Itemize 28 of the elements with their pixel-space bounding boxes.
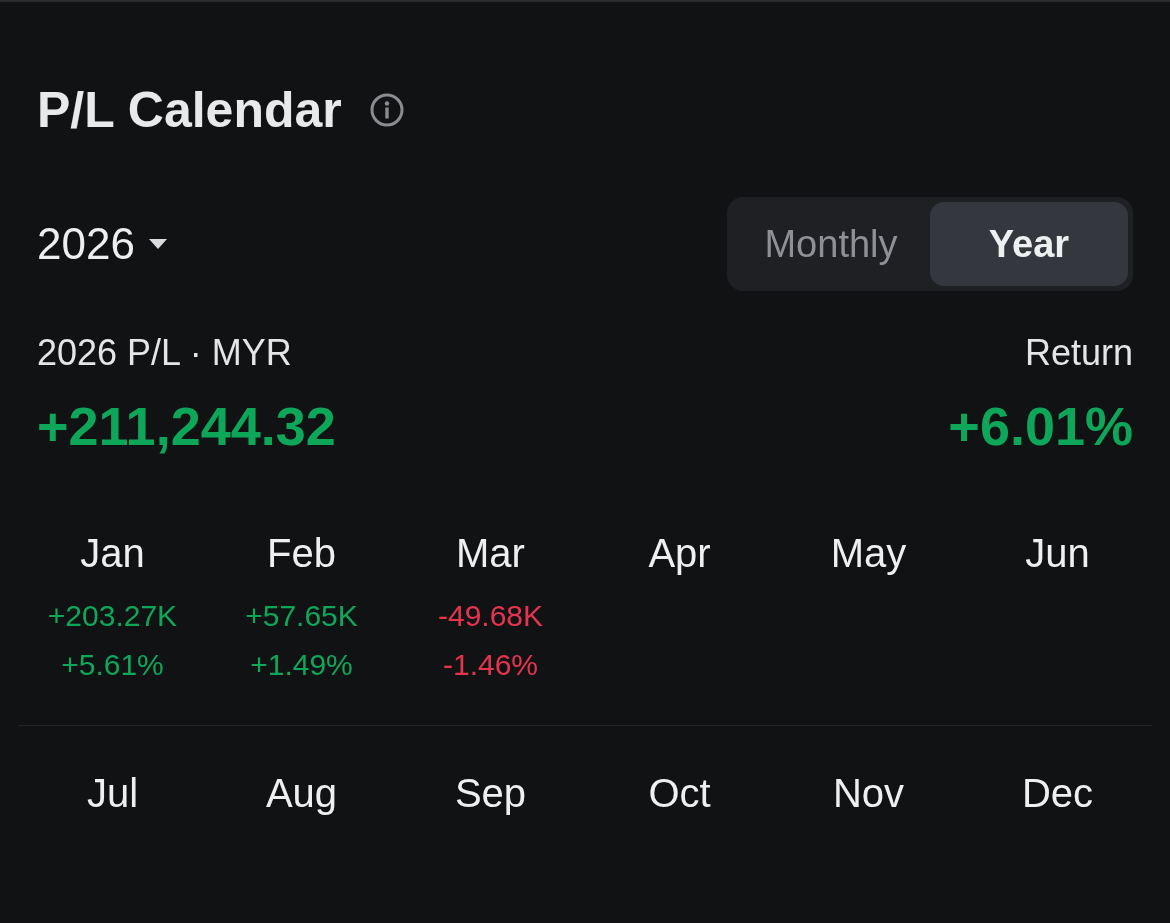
month-return: +1.49%: [250, 647, 353, 683]
view-tab[interactable]: Monthly: [732, 202, 930, 286]
month-name: Aug: [265, 770, 338, 817]
month-return: -1.46%: [442, 647, 539, 683]
month-name: Jul: [86, 770, 139, 817]
month-name: Sep: [454, 770, 527, 817]
view-tab[interactable]: Year: [930, 202, 1128, 286]
month-name: Apr: [648, 530, 711, 577]
month-name: Jun: [1025, 530, 1090, 577]
caret-down-icon: [148, 239, 167, 249]
month-name: Dec: [1021, 770, 1094, 817]
month-name: Jan: [80, 530, 145, 577]
month-name: Nov: [832, 770, 905, 817]
summary-label: 2026 P/L · MYR: [37, 331, 293, 375]
month-pl: +203.27K: [47, 598, 178, 634]
year-dropdown[interactable]: 2026: [37, 222, 167, 266]
month-name: Feb: [267, 530, 336, 577]
month-return: +5.61%: [61, 647, 164, 683]
month-pl: +57.65K: [245, 598, 358, 634]
total-pl-value: +211,244.32: [37, 396, 336, 456]
info-icon[interactable]: [369, 93, 404, 127]
month-name: May: [830, 530, 907, 577]
return-label: Return: [1024, 331, 1133, 375]
month-name: Oct: [648, 770, 711, 817]
month-name: Mar: [456, 530, 525, 577]
month-pl: -49.68K: [437, 598, 544, 634]
page-title: P/L Calendar: [37, 85, 342, 135]
return-value: +6.01%: [948, 396, 1133, 456]
